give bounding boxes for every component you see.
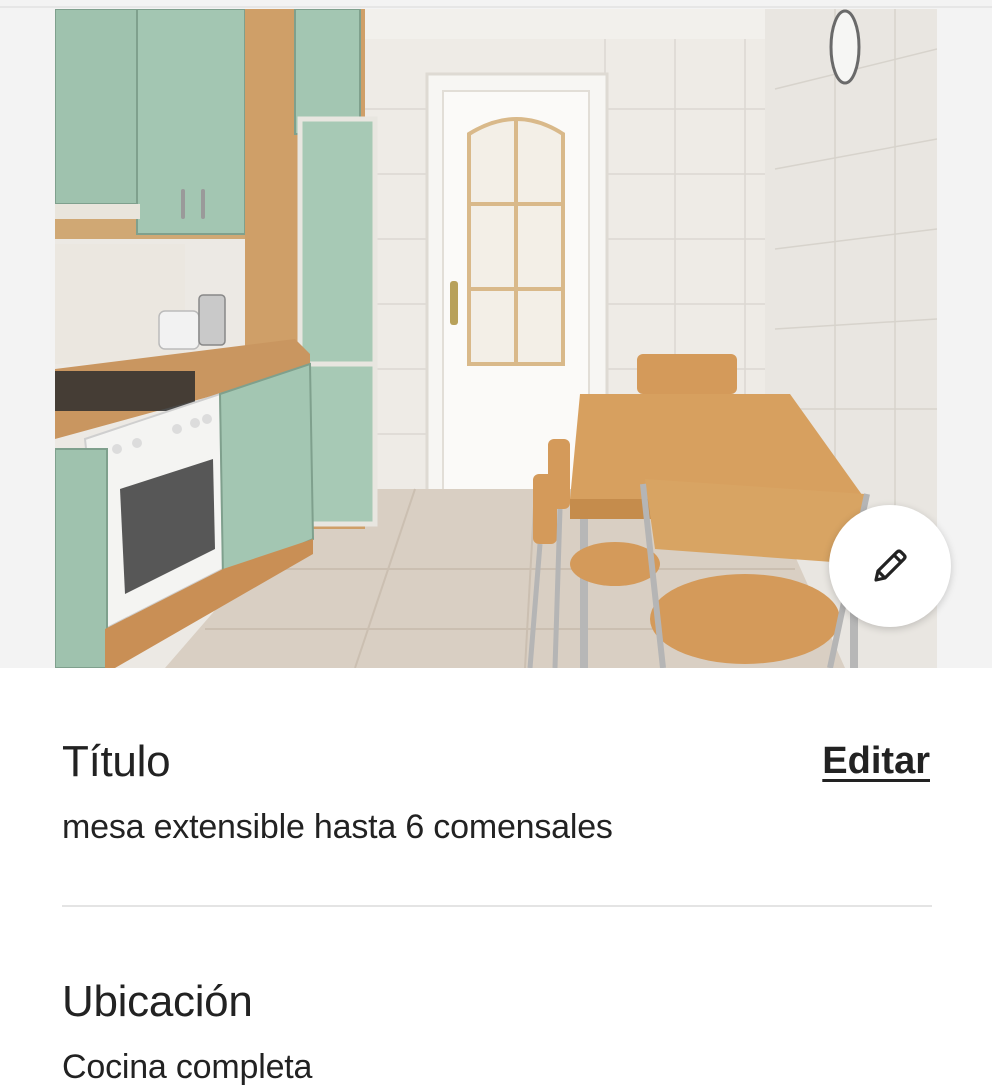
- edit-title-link[interactable]: Editar: [822, 740, 930, 783]
- top-divider: [0, 6, 992, 8]
- kitchen-photo[interactable]: [55, 9, 937, 668]
- location-value: Cocina completa: [62, 1048, 313, 1086]
- edit-photo-button[interactable]: [829, 505, 951, 627]
- section-divider: [62, 905, 932, 907]
- title-section: Título mesa extensible hasta 6 comensale…: [62, 737, 930, 846]
- location-section: Ubicación Cocina completa: [62, 977, 930, 1086]
- title-label: Título: [62, 737, 171, 786]
- location-label: Ubicación: [62, 977, 253, 1026]
- pencil-icon: [874, 549, 907, 582]
- title-value: mesa extensible hasta 6 comensales: [62, 808, 613, 846]
